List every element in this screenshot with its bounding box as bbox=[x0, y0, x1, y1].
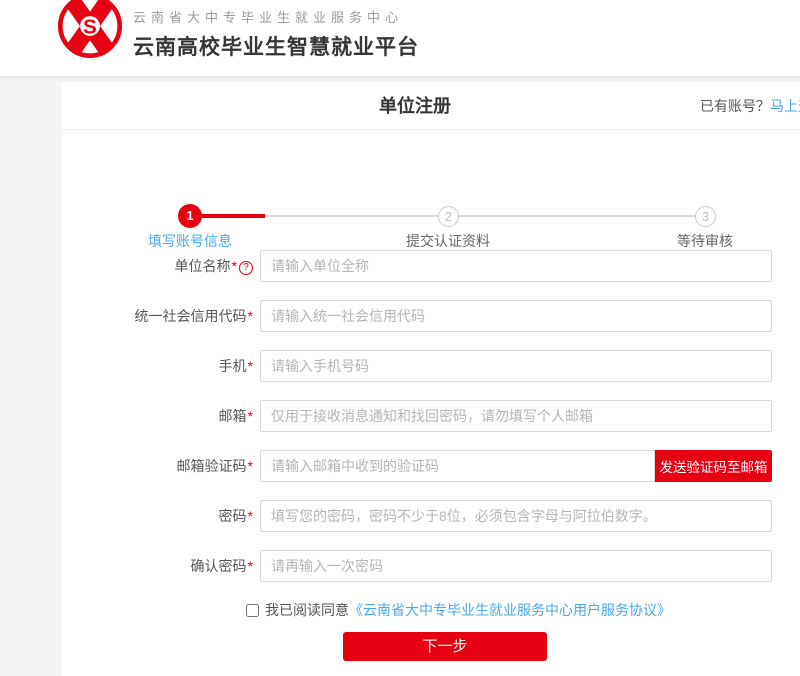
required-mark: * bbox=[248, 558, 253, 574]
confirm-password-label: 确认密码* bbox=[62, 550, 260, 582]
card-header: 单位注册 已有账号？马上登录 bbox=[62, 82, 800, 130]
registration-card: 单位注册 已有账号？马上登录 1 2 3 填写账号信息 提交认证资料 等待审核 … bbox=[62, 82, 800, 676]
confirm-password-input[interactable] bbox=[260, 550, 772, 582]
step-3-label: 等待审核 bbox=[677, 231, 733, 251]
field-row-credit-code: 统一社会信用代码* bbox=[62, 300, 800, 332]
field-row-password: 密码* bbox=[62, 500, 800, 532]
step-3-circle: 3 bbox=[695, 206, 716, 227]
step-1-label: 填写账号信息 bbox=[148, 231, 232, 251]
step-2-label: 提交认证资料 bbox=[406, 231, 490, 251]
agreement-row: 我已阅读同意 《云南省大中专毕业生就业服务中心用户服务协议》 bbox=[246, 600, 800, 620]
login-prompt-text: 已有账号？ bbox=[700, 98, 770, 114]
agreement-link[interactable]: 《云南省大中专毕业生就业服务中心用户服务协议》 bbox=[349, 600, 671, 620]
step-1-circle: 1 bbox=[178, 204, 202, 228]
login-link[interactable]: 马上登录 bbox=[770, 98, 800, 114]
registration-form: 单位名称*? 统一社会信用代码* 手机* 邮箱* bbox=[62, 250, 800, 661]
platform-name: 云南高校毕业生智慧就业平台 bbox=[133, 31, 419, 61]
email-label: 邮箱* bbox=[62, 400, 260, 432]
field-row-email: 邮箱* bbox=[62, 400, 800, 432]
field-row-mobile: 手机* bbox=[62, 350, 800, 382]
send-code-button[interactable]: 发送验证码至邮箱 bbox=[655, 450, 772, 482]
required-mark: * bbox=[248, 358, 253, 374]
password-label: 密码* bbox=[62, 500, 260, 532]
logo-emblem-icon: S bbox=[57, 0, 123, 59]
password-input[interactable] bbox=[260, 500, 772, 532]
help-icon[interactable]: ? bbox=[239, 261, 253, 275]
login-prompt: 已有账号？马上登录 bbox=[700, 82, 800, 130]
org-name: 云南省大中专毕业生就业服务中心 bbox=[133, 7, 419, 26]
company-name-input[interactable] bbox=[260, 250, 772, 282]
field-row-confirm-password: 确认密码* bbox=[62, 550, 800, 582]
field-row-company-name: 单位名称*? bbox=[62, 250, 800, 282]
email-code-label: 邮箱验证码* bbox=[62, 450, 260, 482]
page-title: 单位注册 bbox=[379, 82, 451, 130]
page-viewport: S 云南省大中专毕业生就业服务中心 云南高校毕业生智慧就业平台 单位注册 已有账… bbox=[0, 0, 800, 676]
logo-letter: S bbox=[83, 15, 97, 38]
brand-block: 云南省大中专毕业生就业服务中心 云南高校毕业生智慧就业平台 bbox=[133, 7, 419, 61]
required-mark: * bbox=[248, 458, 253, 474]
mobile-label: 手机* bbox=[62, 350, 260, 382]
email-input[interactable] bbox=[260, 400, 772, 432]
progress-line-2-3 bbox=[448, 215, 705, 217]
site-logo: S bbox=[57, 0, 123, 59]
required-mark: * bbox=[248, 508, 253, 524]
mobile-input[interactable] bbox=[260, 350, 772, 382]
field-row-email-code: 邮箱验证码* 发送验证码至邮箱 bbox=[62, 450, 800, 482]
progress-line-1-2 bbox=[265, 215, 448, 217]
step-2-circle: 2 bbox=[438, 206, 459, 227]
required-mark: * bbox=[248, 408, 253, 424]
email-code-input[interactable] bbox=[260, 450, 655, 482]
next-step-button[interactable]: 下一步 bbox=[343, 632, 547, 661]
company-name-label: 单位名称*? bbox=[62, 250, 260, 282]
credit-code-label: 统一社会信用代码* bbox=[62, 300, 260, 332]
credit-code-input[interactable] bbox=[260, 300, 772, 332]
required-mark: * bbox=[248, 308, 253, 324]
step-indicator: 1 2 3 填写账号信息 提交认证资料 等待审核 bbox=[62, 130, 800, 230]
agreement-checkbox[interactable] bbox=[246, 604, 259, 617]
site-header: S 云南省大中专毕业生就业服务中心 云南高校毕业生智慧就业平台 bbox=[0, 0, 800, 76]
required-mark: * bbox=[232, 258, 237, 274]
agreement-text: 我已阅读同意 bbox=[265, 600, 349, 620]
